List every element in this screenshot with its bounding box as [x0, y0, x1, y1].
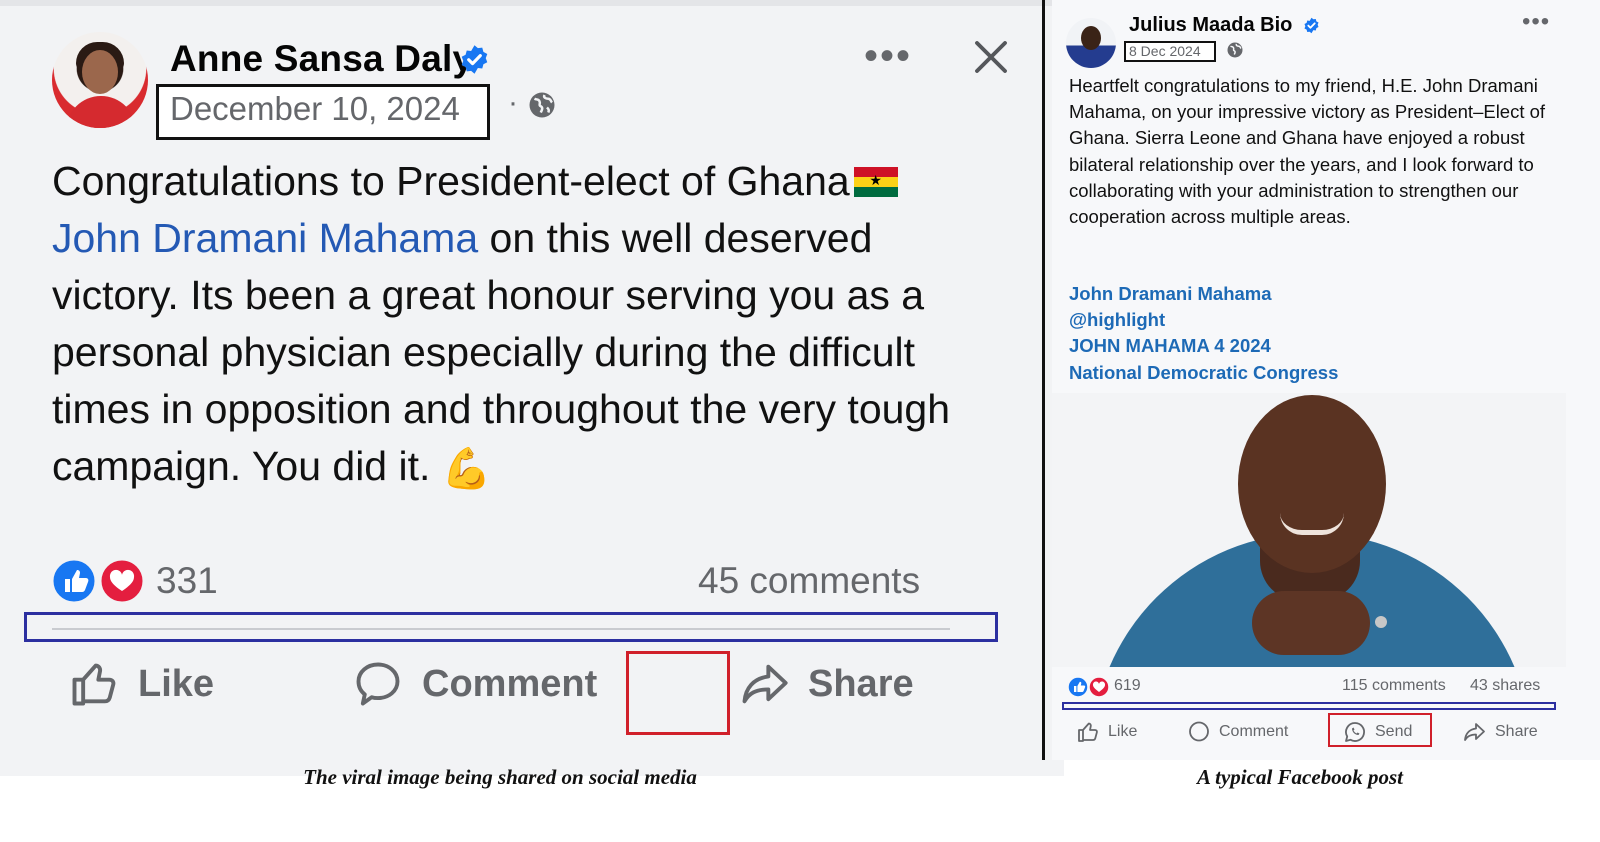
verified-badge-icon	[461, 45, 488, 74]
panel-divider	[1042, 0, 1045, 760]
shares-highlight-box	[1062, 702, 1556, 710]
globe-icon	[1227, 42, 1243, 58]
viral-image-caption: The viral image being shared on social m…	[303, 765, 697, 789]
flexed-biceps-icon: 💪	[441, 447, 492, 491]
typical-post-caption: A typical Facebook post	[1197, 765, 1403, 789]
typical-share-count[interactable]: 43 shares	[1470, 677, 1540, 695]
thumbs-up-icon	[72, 663, 116, 706]
more-options-icon[interactable]: •••	[864, 34, 912, 79]
thumbs-up-icon	[1078, 722, 1098, 742]
photo-head	[1238, 395, 1386, 573]
typical-post-links: John Dramani Mahama @highlight JOHN MAHA…	[1069, 281, 1338, 386]
close-icon[interactable]	[970, 36, 1012, 78]
link-mention[interactable]: John Dramani Mahama	[1069, 281, 1338, 307]
link-hashtag[interactable]: JOHN MAHAMA 4 2024	[1069, 333, 1338, 359]
typical-author-name[interactable]: Julius Maada Bio	[1129, 14, 1292, 37]
comment-count[interactable]: 45 comments	[698, 560, 920, 602]
separator-dot: ·	[508, 86, 518, 119]
author-name[interactable]: Anne Sansa Daly	[170, 38, 473, 80]
globe-icon	[529, 92, 555, 118]
photo-hands	[1252, 591, 1370, 655]
typical-comment-count[interactable]: 115 comments	[1342, 677, 1446, 695]
like-button[interactable]: Like	[68, 652, 214, 716]
mention-link[interactable]: John Dramani Mahama	[52, 215, 478, 261]
share-arrow-icon	[1464, 723, 1485, 741]
typical-post-body: Heartfelt congratulations to my friend, …	[1069, 75, 1546, 228]
photo-ring	[1375, 616, 1387, 628]
post-body: Congratulations to President-elect of Gh…	[52, 153, 992, 498]
typical-share-button[interactable]: Share	[1461, 718, 1538, 746]
ghana-flag-icon	[853, 167, 898, 197]
typical-author-avatar[interactable]	[1066, 18, 1116, 68]
typical-reaction-count[interactable]: 619	[1114, 677, 1141, 695]
top-strip	[0, 0, 1064, 6]
comment-label: Comment	[1219, 723, 1289, 740]
post-photo[interactable]	[1052, 393, 1566, 667]
share-arrow-icon	[742, 664, 788, 704]
post-date[interactable]: December 10, 2024	[170, 90, 460, 128]
reaction-count[interactable]: 331	[156, 560, 218, 602]
avatar-face	[1081, 26, 1101, 50]
comment-bubble-icon	[356, 662, 400, 706]
share-button[interactable]: Share	[738, 652, 914, 716]
send-label: Send	[1375, 723, 1413, 740]
missing-send-highlight-box	[626, 651, 730, 735]
share-label: Share	[808, 662, 914, 705]
avatar-dress	[66, 96, 136, 128]
comment-bubble-icon	[1189, 721, 1209, 742]
typical-post-date[interactable]: 8 Dec 2024	[1129, 43, 1201, 59]
link-highlight[interactable]: @highlight	[1069, 307, 1338, 333]
typical-send-button[interactable]: Send	[1343, 718, 1412, 746]
reaction-icons[interactable]	[1067, 676, 1111, 698]
avatar-face	[82, 50, 118, 94]
like-label: Like	[138, 662, 215, 705]
whatsapp-icon	[1345, 722, 1365, 742]
typical-like-button[interactable]: Like	[1076, 718, 1137, 746]
reaction-icons[interactable]	[50, 557, 150, 605]
link-party[interactable]: National Democratic Congress	[1069, 360, 1338, 386]
more-options-icon[interactable]: •••	[1522, 8, 1550, 36]
share-label: Share	[1495, 723, 1538, 740]
post-text-intro: Congratulations to President-elect of Gh…	[52, 158, 850, 204]
typical-comment-button[interactable]: Comment	[1187, 718, 1288, 746]
author-avatar[interactable]	[52, 32, 148, 128]
comment-button[interactable]: Comment	[352, 652, 597, 716]
verified-badge-icon	[1304, 17, 1319, 34]
comment-label: Comment	[422, 662, 598, 705]
missing-shares-highlight-box	[24, 612, 998, 642]
like-label: Like	[1108, 723, 1138, 740]
